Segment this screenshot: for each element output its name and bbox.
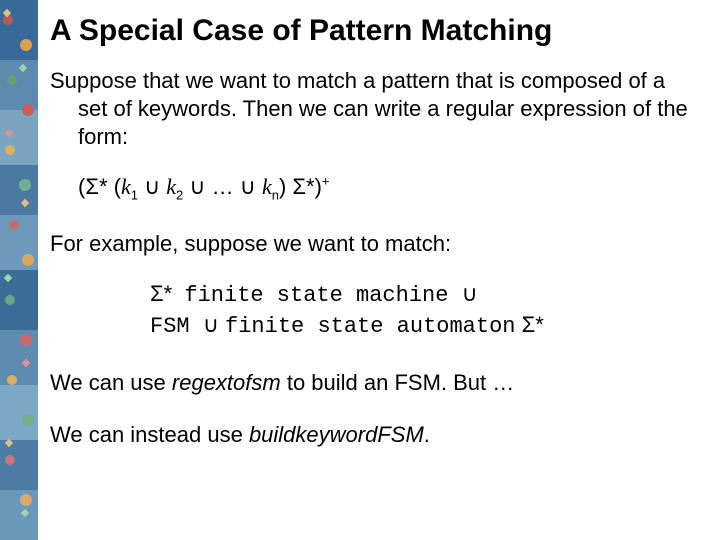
sigma-symbol-2: Σ (292, 174, 306, 199)
intro-text: Suppose that we want to match a pattern … (50, 67, 700, 151)
example-intro: For example, suppose we want to match: (50, 230, 700, 258)
ex-sigma-star-1: Σ* (150, 281, 184, 306)
close-inner: ) (279, 174, 292, 199)
ex-cup-1: ∪ (462, 281, 478, 306)
para3-c: to build an FSM. But … (281, 370, 515, 395)
k-var-n: k (262, 174, 272, 199)
sub-n: n (272, 187, 279, 202)
k-var-1: k (121, 174, 131, 199)
ex-kw-1: finite state machine (184, 283, 461, 308)
intro-paragraph: Suppose that we want to match a pattern … (50, 67, 700, 151)
slide-title: A Special Case of Pattern Matching (50, 14, 700, 49)
decorative-pattern (0, 0, 38, 540)
regextofsm-paragraph: We can use regextofsm to build an FSM. B… (50, 369, 700, 397)
para3-a: We can use (50, 370, 172, 395)
buildkeywordfsm-term: buildkeywordFSM (249, 422, 424, 447)
buildkeyword-paragraph: We can instead use buildkeywordFSM. (50, 421, 700, 449)
regex-formula: (Σ* (k1 ∪ k2 ∪ … ∪ kn) Σ*)+ (50, 173, 700, 204)
formula-space-paren: ( (108, 174, 121, 199)
dots: ∪ … ∪ (183, 174, 262, 199)
ex-sigma-star-2: Σ* (515, 312, 543, 337)
k-var-2: k (166, 174, 176, 199)
sub-1: 1 (131, 187, 138, 202)
ex-cup-2: ∪ (203, 312, 225, 337)
regextofsm-term: regextofsm (172, 370, 281, 395)
plus-symbol: + (322, 174, 330, 189)
slide-content: A Special Case of Pattern Matching Suppo… (50, 14, 700, 450)
ex-kw-2: FSM (150, 314, 203, 339)
example-block: Σ* finite state machine ∪ FSM ∪ finite s… (50, 280, 700, 341)
ex-kw-3: finite state automaton (225, 314, 515, 339)
star-symbol-2: * (306, 174, 315, 199)
sigma-symbol: Σ (85, 174, 99, 199)
para4-a: We can instead use (50, 422, 249, 447)
close-outer: ) (315, 174, 322, 199)
cup-1: ∪ (138, 174, 166, 199)
para4-c: . (424, 422, 430, 447)
star-symbol: * (99, 174, 108, 199)
decorative-strip (0, 0, 38, 540)
slide-body: Suppose that we want to match a pattern … (50, 67, 700, 450)
